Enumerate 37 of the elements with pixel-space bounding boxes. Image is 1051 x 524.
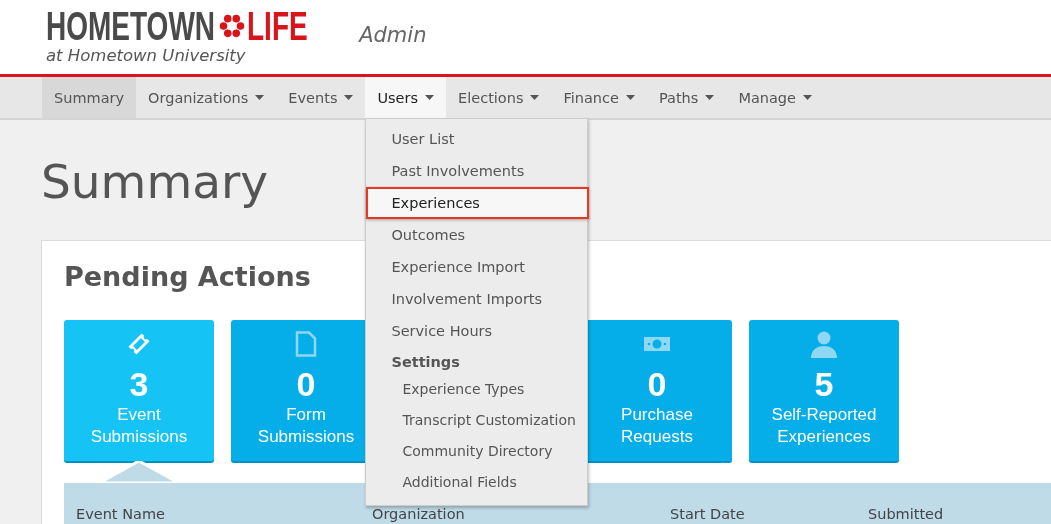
tile-label: Purchase Requests [620, 404, 694, 448]
menu-item[interactable]: Past Involvements [366, 155, 588, 187]
nav-tab[interactable]: Manage [726, 77, 824, 118]
menu-item[interactable]: Involvement Imports [366, 283, 588, 315]
person-icon [810, 330, 838, 358]
menu-item[interactable]: Experience Import [366, 251, 588, 283]
menu-item[interactable]: Outcomes [366, 219, 588, 251]
menu-item[interactable]: Additional Fields [366, 468, 588, 499]
menu-item[interactable]: User List [366, 123, 588, 155]
tile-count: 0 [296, 364, 316, 404]
nav-tab[interactable]: Summary [42, 77, 137, 118]
nav-tab[interactable]: Elections [446, 77, 552, 118]
logo-subtitle: at Hometown University [46, 46, 246, 66]
tile-label: Self-Reported Experiences [770, 404, 878, 448]
column-header: Start Date [670, 506, 746, 522]
tile-label: Event Submissions [89, 404, 189, 448]
tile-label: Form Submissions [256, 404, 356, 448]
column-header: Event Name [76, 506, 166, 522]
nav-tab[interactable]: Users [365, 77, 447, 118]
people-circle-icon [219, 13, 246, 39]
document-icon [295, 330, 317, 358]
column-header: Submitted [868, 506, 945, 522]
tile-count: 3 [129, 364, 149, 404]
tile-count: 5 [814, 364, 834, 404]
app-label: Admin [359, 23, 427, 47]
nav-tab[interactable]: Finance [551, 77, 647, 118]
menu-item[interactable]: Experiences [366, 187, 590, 219]
section-title: Pending Actions [64, 260, 311, 294]
nav-tab[interactable]: Organizations [136, 77, 277, 118]
nav-tab[interactable]: Paths [646, 77, 727, 118]
tile-count: 0 [647, 364, 667, 404]
logo-wordmark: HOMETOWN [46, 6, 216, 46]
nav-tab[interactable]: Events [276, 77, 366, 118]
page-title: Summary [41, 154, 269, 210]
logo-wordmark: LIFE [247, 6, 309, 46]
column-header: Organization [372, 506, 466, 522]
menu-heading: Settings [390, 353, 461, 372]
